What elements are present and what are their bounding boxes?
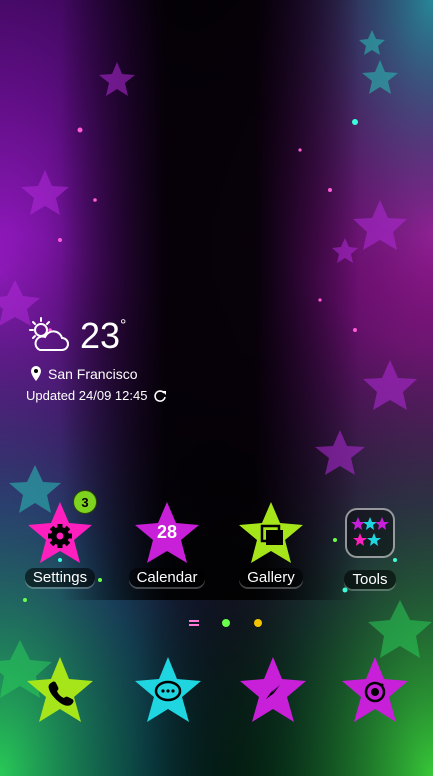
- page-dot: [222, 619, 230, 627]
- dock-camera[interactable]: [338, 655, 412, 725]
- dock-browser[interactable]: [236, 655, 310, 725]
- folder-icon: [345, 508, 395, 558]
- location-pin-icon: [31, 366, 41, 381]
- app-gallery[interactable]: Gallery: [226, 500, 316, 587]
- app-calendar[interactable]: 28 Calendar: [122, 500, 212, 587]
- folder-stars-icon: [351, 517, 389, 546]
- home-pages-icon: [189, 620, 199, 626]
- app-label-gallery: Gallery: [239, 568, 303, 587]
- page-dot-current: [254, 619, 262, 627]
- app-label-tools: Tools: [344, 570, 396, 589]
- app-folder-tools[interactable]: Tools: [325, 500, 415, 589]
- app-label-settings: Settings: [24, 568, 96, 587]
- temperature-value: 23°: [80, 315, 127, 356]
- app-label-calendar: Calendar: [128, 568, 206, 587]
- gallery-icon: [239, 502, 303, 563]
- refresh-icon[interactable]: [153, 389, 167, 403]
- partly-cloudy-icon: [29, 317, 69, 351]
- page-indicator[interactable]: [0, 616, 433, 630]
- dock-messages[interactable]: [131, 655, 205, 725]
- updated-label: Updated 24/09 12:45: [26, 388, 148, 403]
- dock-phone[interactable]: [23, 655, 97, 725]
- calendar-date: 28: [156, 522, 178, 542]
- app-settings[interactable]: 3 Settings: [15, 490, 105, 587]
- location-label: San Francisco: [48, 366, 138, 382]
- weather-widget[interactable]: 23° San Francisco Updated 24/09 12:45: [26, 312, 286, 403]
- notification-badge: 3: [73, 490, 97, 514]
